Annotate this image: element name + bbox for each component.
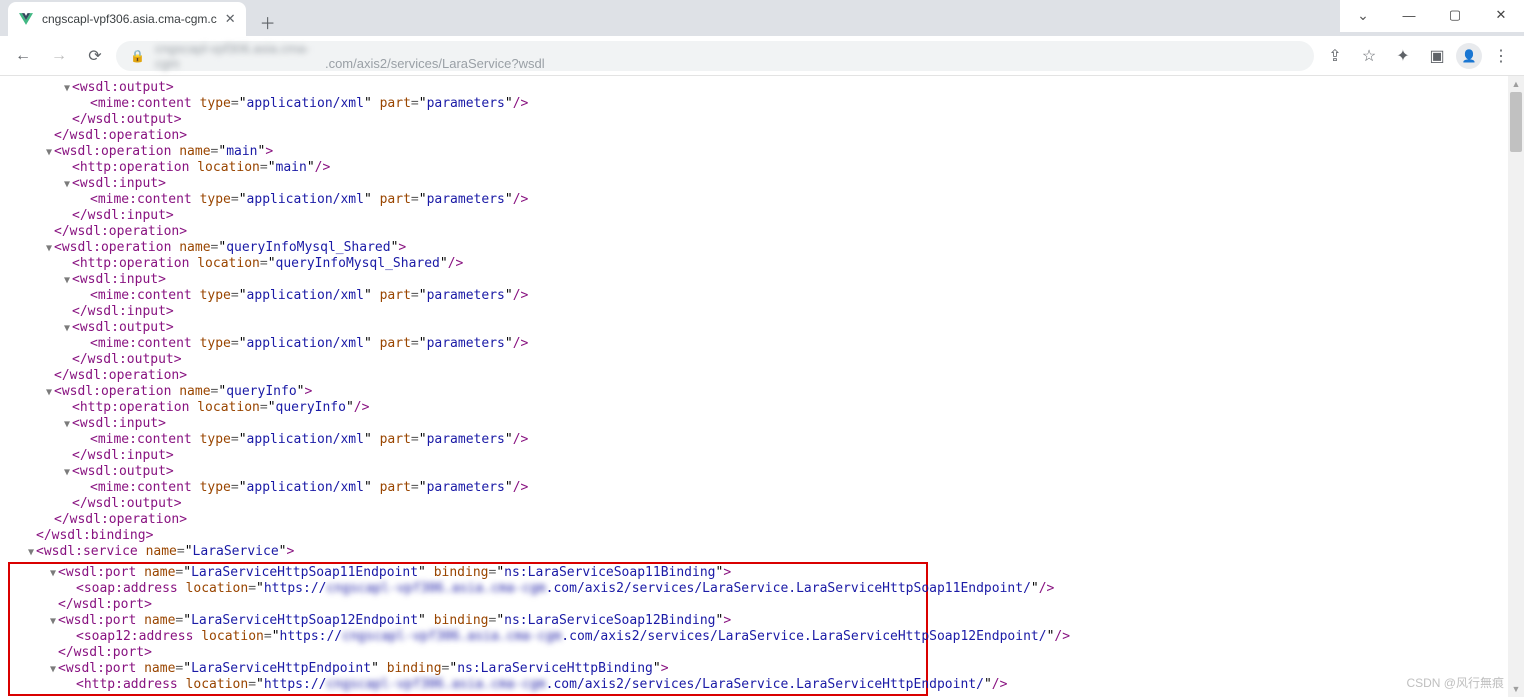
scroll-up-arrow-icon[interactable]: ▲	[1508, 76, 1524, 92]
lock-icon: 🔒	[130, 49, 145, 63]
browser-tab[interactable]: cngscapl-vpf306.asia.cma-cgm.c ✕	[8, 2, 246, 36]
xml-line: ▼<mime:content type="application/xml" pa…	[8, 432, 1508, 448]
xml-line: ▼<soap12:address location="https://cngsc…	[12, 629, 924, 645]
xml-line: ▼</wsdl:binding>	[8, 528, 1508, 544]
toolbar: ← → ⟳ 🔒 cngscapl-vpf306.asia.cma-cgm.com…	[0, 36, 1524, 76]
xml-line: ▼<http:operation location="main"/>	[8, 160, 1508, 176]
tab-close-icon[interactable]: ✕	[225, 11, 236, 27]
xml-line: ▼</wsdl:port>	[12, 597, 924, 613]
vue-favicon-icon	[18, 11, 34, 27]
tab-strip: cngscapl-vpf306.asia.cma-cgm.c ✕ ＋	[0, 0, 1340, 36]
xml-line: ▼<wsdl:output>	[8, 80, 1508, 96]
xml-line: ▼<wsdl:port name="LaraServiceHttpSoap12E…	[12, 613, 924, 629]
kebab-menu-icon[interactable]: ⋮	[1486, 41, 1516, 71]
xml-line: ▼</wsdl:output>	[8, 496, 1508, 512]
highlight-box: ▼<wsdl:port name="LaraServiceHttpSoap11E…	[8, 562, 928, 696]
xml-line: ▼<wsdl:service name="LaraService">	[8, 544, 1508, 560]
xml-line: ▼</wsdl:operation>	[8, 368, 1508, 384]
xml-line: ▼</wsdl:port>	[12, 645, 924, 661]
minimize-button[interactable]: —	[1386, 0, 1432, 30]
extensions-icon[interactable]: ✦	[1388, 41, 1418, 71]
scroll-down-arrow-icon[interactable]: ▼	[1508, 681, 1524, 697]
new-tab-button[interactable]: ＋	[254, 8, 282, 36]
xml-line: ▼<wsdl:output>	[8, 464, 1508, 480]
xml-line: ▼</wsdl:output>	[8, 112, 1508, 128]
scroll-thumb[interactable]	[1510, 92, 1522, 152]
back-button[interactable]: ←	[8, 41, 38, 71]
xml-line: ▼</wsdl:input>	[8, 208, 1508, 224]
xml-line: ▼<wsdl:input>	[8, 416, 1508, 432]
caret-down-icon[interactable]: ⌄	[1340, 0, 1386, 30]
xml-line: ▼<wsdl:input>	[8, 272, 1508, 288]
address-bar[interactable]: 🔒 cngscapl-vpf306.asia.cma-cgm.com/axis2…	[116, 41, 1314, 71]
share-icon[interactable]: ⇪	[1320, 41, 1350, 71]
xml-line: ▼<wsdl:port name="LaraServiceHttpEndpoin…	[12, 661, 924, 677]
xml-line: ▼</wsdl:operation>	[8, 512, 1508, 528]
tab-title: cngscapl-vpf306.asia.cma-cgm.c	[42, 12, 217, 26]
xml-line: ▼<wsdl:operation name="queryInfo">	[8, 384, 1508, 400]
xml-line: ▼<http:address location="https://cngscap…	[12, 677, 924, 693]
xml-line: ▼<soap:address location="https://cngscap…	[12, 581, 924, 597]
window-controls: ⌄ — ▢ ✕	[1340, 0, 1524, 32]
reload-button[interactable]: ⟳	[80, 41, 110, 71]
xml-line: ▼<wsdl:input>	[8, 176, 1508, 192]
vertical-scrollbar[interactable]: ▲ ▼	[1508, 76, 1524, 697]
xml-line: ▼</wsdl:input>	[8, 448, 1508, 464]
profile-avatar[interactable]: 👤	[1456, 43, 1482, 69]
xml-line: ▼<mime:content type="application/xml" pa…	[8, 192, 1508, 208]
panel-icon[interactable]: ▣	[1422, 41, 1452, 71]
xml-line: ▼</wsdl:input>	[8, 304, 1508, 320]
xml-line: ▼</wsdl:operation>	[8, 128, 1508, 144]
forward-button[interactable]: →	[44, 41, 74, 71]
xml-line: ▼<mime:content type="application/xml" pa…	[8, 96, 1508, 112]
xml-line: ▼<wsdl:port name="LaraServiceHttpSoap11E…	[12, 565, 924, 581]
xml-line: ▼<mime:content type="application/xml" pa…	[8, 480, 1508, 496]
xml-line: ▼<wsdl:operation name="queryInfoMysql_Sh…	[8, 240, 1508, 256]
xml-line: ▼<mime:content type="application/xml" pa…	[8, 336, 1508, 352]
xml-line: ▼<wsdl:operation name="main">	[8, 144, 1508, 160]
xml-line: ▼</wsdl:output>	[8, 352, 1508, 368]
maximize-button[interactable]: ▢	[1432, 0, 1478, 30]
xml-viewer: ▼<wsdl:output>▼<mime:content type="appli…	[0, 76, 1508, 697]
close-window-button[interactable]: ✕	[1478, 0, 1524, 30]
xml-line: ▼<wsdl:output>	[8, 320, 1508, 336]
xml-line: ▼<mime:content type="application/xml" pa…	[8, 288, 1508, 304]
xml-line: ▼</wsdl:operation>	[8, 224, 1508, 240]
xml-line: ▼<http:operation location="queryInfo"/>	[8, 400, 1508, 416]
xml-line: ▼<http:operation location="queryInfoMysq…	[8, 256, 1508, 272]
url-text: cngscapl-vpf306.asia.cma-cgm.com/axis2/s…	[155, 41, 545, 71]
star-icon[interactable]: ☆	[1354, 41, 1384, 71]
